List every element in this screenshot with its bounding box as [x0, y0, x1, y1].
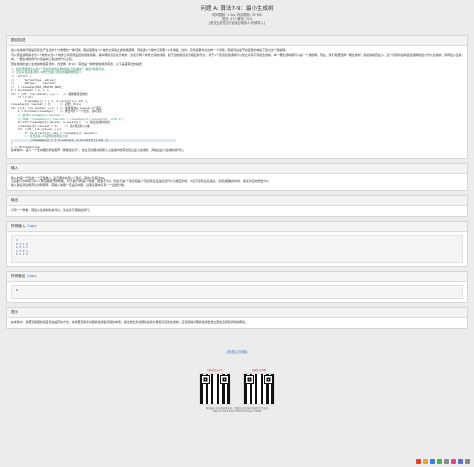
- tray-app-icon[interactable]: [430, 459, 435, 464]
- description-paragraph-2: 可以用连通网来表示n个城市以及n个城市之间可能设置的通信线路，其中网的顶点表示城…: [11, 53, 462, 61]
- footer-status-links[interactable]: [状态][讨论版]: [6, 349, 468, 354]
- problem-header: 问题 A: 算法7-9：最小生成树 时间限制: 1 Sec 内存限制: 32 M…: [6, 0, 468, 35]
- sample-input-panel: 样例输入 Copy 4 0 2 4 0 2 0 3 5 4 3 0 1 0 5 1…: [6, 220, 468, 267]
- sample-output-heading: 样例输出 Copy: [7, 271, 467, 282]
- tray-app-icon[interactable]: [416, 459, 421, 464]
- output-text: 只有一个整数，即最小生成树的总代价。请注意行尾输出换行。: [11, 208, 92, 213]
- hint-panel: 提示 在本题中，需要掌握图的深度优先遍历的方法，并需要掌握无向图的连通性问题的本…: [6, 306, 468, 329]
- input-panel: 输入 输入的第一行包含一个正整数n，表示图中共有n个顶点。其中n不超过50。 以…: [6, 162, 468, 192]
- input-line-3: 输入保证邻接矩阵为对称矩阵，即输入的图一定是无向图，且保证图中只有一个连通分量。: [11, 182, 127, 187]
- sample-output-panel: 样例输出 Copy 6: [6, 270, 468, 303]
- problem-title: 问题 A: 算法7-9：最小生成树: [200, 6, 274, 12]
- problem-action-links[interactable]: [提交][状态][讨论版][命题人:外部导入]: [6, 21, 468, 25]
- tray-app-icon[interactable]: [437, 459, 442, 464]
- input-heading: 输入: [7, 163, 467, 174]
- sample-output-line: 6: [16, 287, 18, 292]
- description-panel: 题目描述 最小生成树问题是实际生产生活中十分重要的一类问题。假设需要在n个城市之…: [6, 35, 468, 159]
- sample-input-box[interactable]: 4 0 2 4 0 2 0 3 5 4 3 0 1 0 5 1 0: [11, 234, 463, 263]
- footer-credits: 本站由公式在线技术支持，感谢公式在线对本站的大力支持 GPL2.0 2003-2…: [6, 407, 468, 413]
- description-closing: 在本题中，读入一个无向图的邻接矩阵（即数组表示），建立无向图并按照以上描述中的算…: [11, 148, 186, 153]
- qr-left: 扫码关注公众号: [198, 368, 232, 405]
- description-heading: 题目描述: [7, 36, 467, 46]
- tray-app-icon[interactable]: [444, 459, 449, 464]
- qr-code-row: 扫码关注公众号 扫码加入QQ群: [6, 368, 468, 405]
- sample-input-line: 0 5 1 0: [16, 252, 28, 257]
- tray-app-icon[interactable]: [465, 459, 470, 464]
- qr-right-caption: 扫码加入QQ群: [251, 368, 267, 372]
- qr-code-icon: [243, 372, 275, 405]
- description-paragraph-3: 而在常用的最小生成树构造算法中，普里姆（Prim）算法是一种非常常用的算法。以下…: [11, 61, 145, 66]
- output-panel: 输出 只有一个整数，即最小生成树的总代价。请注意行尾输出换行。: [6, 195, 468, 217]
- qr-right: 扫码加入QQ群: [242, 368, 276, 405]
- system-tray: [416, 458, 470, 465]
- qr-left-caption: 扫码关注公众号: [207, 368, 223, 372]
- hint-heading: 提示: [7, 307, 467, 318]
- sample-input-title: 样例输入: [11, 223, 26, 228]
- sample-input-copy-button[interactable]: Copy: [27, 224, 36, 228]
- sample-output-box[interactable]: 6: [11, 284, 463, 299]
- tray-app-icon[interactable]: [458, 459, 463, 464]
- tray-app-icon[interactable]: [451, 459, 456, 464]
- output-heading: 输出: [7, 196, 467, 207]
- sample-input-heading: 样例输入 Copy: [7, 221, 467, 232]
- prim-code-block: // 用普里姆算法从第u个顶点出发构造网G的最小生成树T，输出T的各条边。// …: [11, 67, 463, 150]
- hint-text: 在本题中，需要掌握图的深度优先遍历的方法，并需要掌握无向图的连通性问题的本质。通…: [11, 319, 249, 324]
- qr-code-icon: [199, 372, 231, 405]
- sample-output-title: 样例输出: [11, 273, 26, 278]
- sample-output-copy-button[interactable]: Copy: [27, 274, 36, 278]
- tray-app-icon[interactable]: [423, 459, 428, 464]
- credit-line-2[interactable]: GPL2.0 2003-2022 HUSTOJ Project TEAM: [6, 410, 468, 413]
